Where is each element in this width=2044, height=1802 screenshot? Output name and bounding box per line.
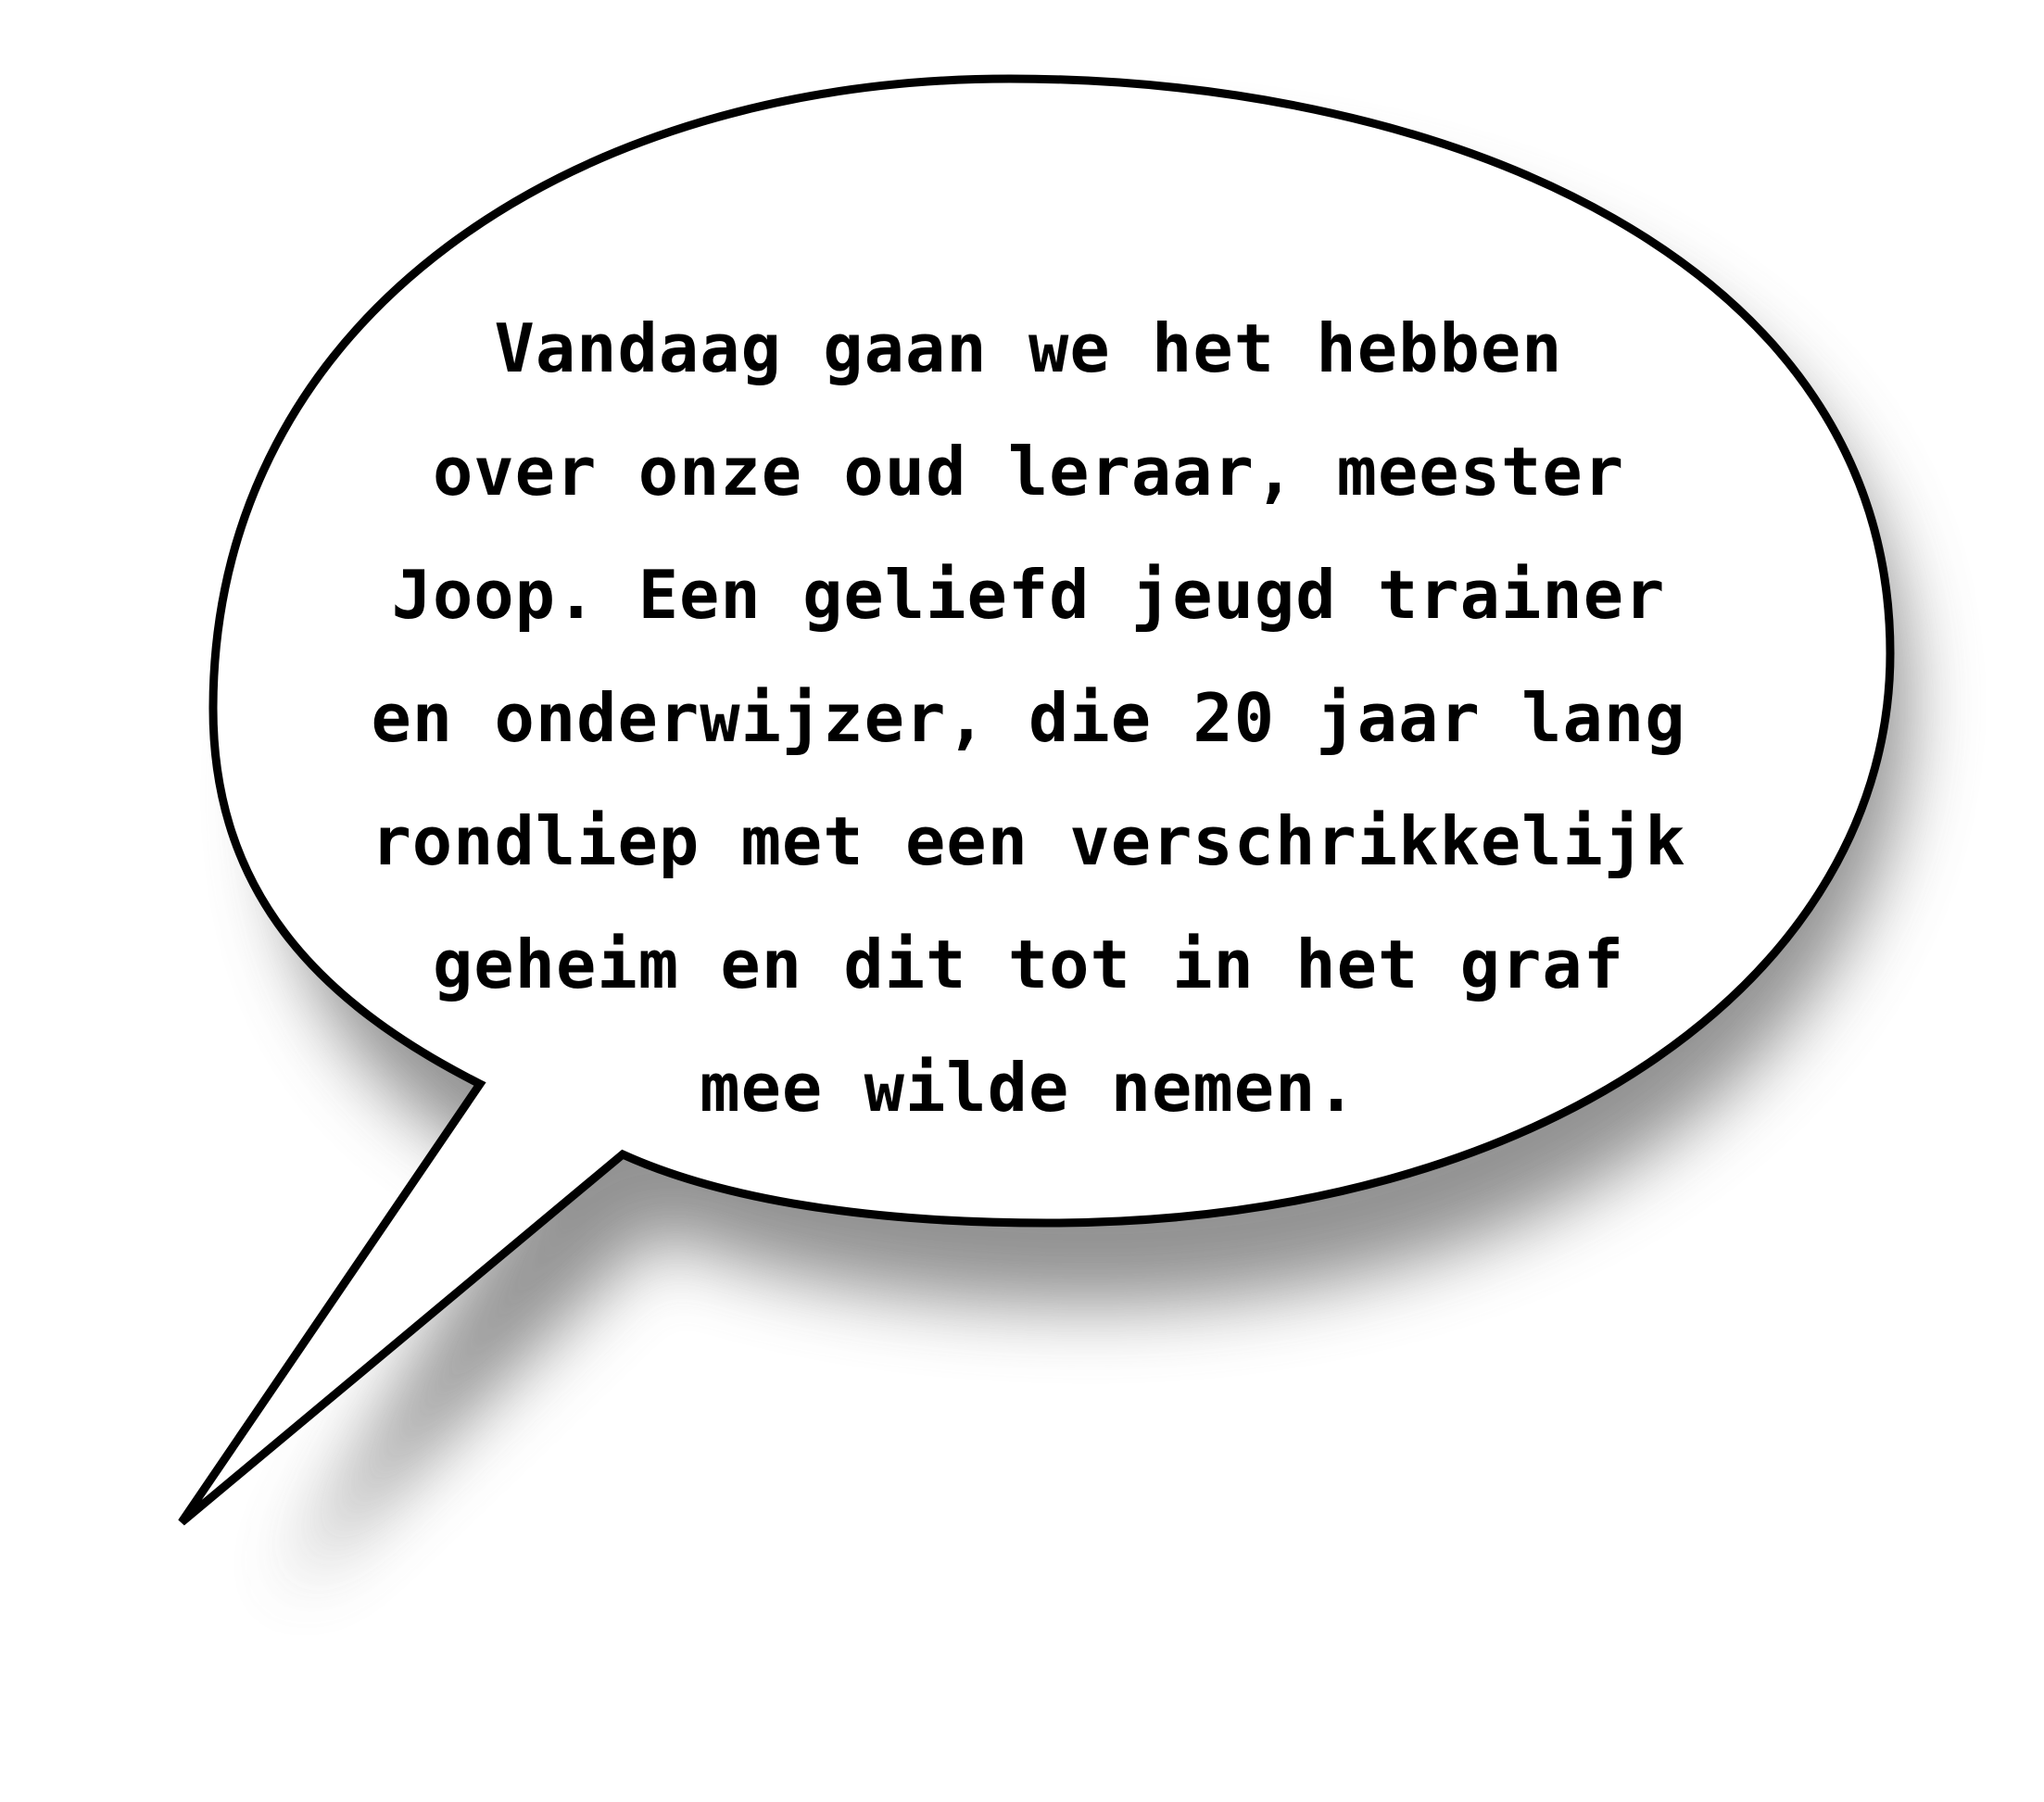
speech-line: rondliep met een verschrikkelijk (371, 802, 1686, 880)
speech-line: Vandaag gaan we het hebben (494, 309, 1563, 387)
speech-line: over onze oud leraar, meester (432, 433, 1625, 510)
speech-line: en onderwijzer, die 20 jaar lang (371, 679, 1686, 757)
speech-line: Joop. Een geliefd jeugd trainer (391, 556, 1666, 634)
speech-line: mee wilde nemen. (700, 1049, 1357, 1127)
speech-line: geheim en dit tot in het graf (432, 926, 1625, 1003)
speech-bubble-text: Vandaag gaan we het hebben over onze oud… (352, 287, 1705, 1150)
